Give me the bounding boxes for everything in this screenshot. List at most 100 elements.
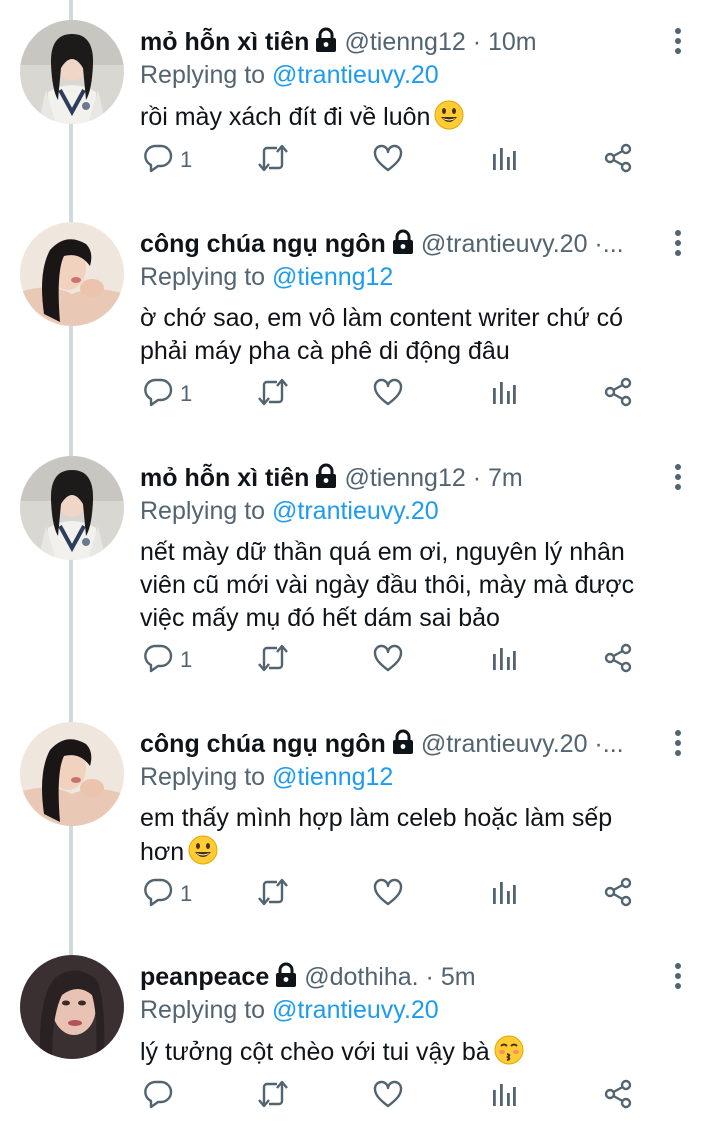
tweet-text-line: hơn <box>140 835 700 874</box>
replying-handle-link[interactable]: @trantieuvy.20 <box>272 61 439 89</box>
analytics-button[interactable] <box>490 642 518 678</box>
like-icon <box>372 142 404 179</box>
avatar[interactable] <box>20 20 124 124</box>
replying-to: Replying to @tienng12 <box>140 760 393 794</box>
share-icon <box>602 376 634 413</box>
grinning-face-emoji <box>188 835 218 874</box>
replying-handle-link[interactable]: @tienng12 <box>272 763 393 791</box>
tweet[interactable]: công chúa ngụ ngôn @trantieuvy.20 ·... Rep… <box>0 222 720 430</box>
display-name[interactable]: peanpeace <box>140 963 269 991</box>
like-button[interactable] <box>372 642 404 678</box>
like-button[interactable] <box>372 876 404 912</box>
tweet-actions: 1 <box>140 876 680 912</box>
thread-connector-line <box>69 0 73 20</box>
display-name[interactable]: mỏ hỗn xì tiên <box>140 28 309 56</box>
tweet-text-content: nết mày dữ thần quá em ơi, nguyên lý nhâ… <box>140 538 625 566</box>
share-button[interactable] <box>602 876 634 912</box>
tweet-text-line: việc mấy mụ đó hết dám sai bảo <box>140 602 700 635</box>
reply-count: 1 <box>180 881 193 906</box>
retweet-button[interactable] <box>256 642 290 678</box>
share-icon <box>602 876 634 913</box>
more-options-icon[interactable] <box>668 462 688 492</box>
user-handle[interactable]: @dothiha. <box>304 963 418 991</box>
user-handle[interactable]: @trantieuvy.20 ·... <box>421 230 624 258</box>
more-options-icon[interactable] <box>668 26 688 56</box>
retweet-button[interactable] <box>256 876 290 912</box>
timestamp[interactable]: 10m <box>488 28 537 56</box>
share-button[interactable] <box>602 1078 634 1114</box>
replying-label: Replying to <box>140 61 266 89</box>
replying-to: Replying to @tienng12 <box>140 260 393 294</box>
tweet-text-content: hơn <box>140 838 185 866</box>
reply-icon <box>142 376 174 413</box>
analytics-button[interactable] <box>490 1078 518 1114</box>
share-icon <box>602 142 634 179</box>
retweet-button[interactable] <box>256 376 290 412</box>
avatar[interactable] <box>20 456 124 560</box>
retweet-button[interactable] <box>256 1078 290 1114</box>
replying-handle-link[interactable]: @trantieuvy.20 <box>272 497 439 525</box>
avatar[interactable] <box>20 222 124 326</box>
reply-icon <box>142 142 174 179</box>
replying-to: Replying to @trantieuvy.20 <box>140 494 439 528</box>
tweet-text-content: phải máy pha cà phê di động đâu <box>140 337 510 365</box>
replying-handle-link[interactable]: @tienng12 <box>272 263 393 291</box>
reply-button[interactable]: 1 <box>142 642 192 678</box>
tweet-text-content: viên cũ mới vài ngày đầu thôi, mày mà đư… <box>140 571 635 599</box>
tweet-header: công chúa ngụ ngôn @trantieuvy.20 ·... <box>140 226 660 262</box>
tweet-actions <box>140 1078 680 1114</box>
tweet-header: peanpeace @dothiha. · 5m <box>140 959 660 995</box>
tweet-text: ờ chớ sao, em vô làm content writer chứ … <box>140 302 700 368</box>
user-handle[interactable]: @tienng12 <box>344 464 465 492</box>
reply-button[interactable]: 1 <box>142 376 192 412</box>
analytics-icon <box>490 142 518 179</box>
display-name[interactable]: công chúa ngụ ngôn <box>140 730 386 758</box>
more-options-icon[interactable] <box>668 228 688 258</box>
more-options-icon[interactable] <box>668 728 688 758</box>
more-options-icon[interactable] <box>668 961 688 991</box>
analytics-icon <box>490 642 518 679</box>
tweet[interactable]: mỏ hỗn xì tiên @tienng12 · 7m Replying to … <box>0 456 720 696</box>
replying-label: Replying to <box>140 996 266 1024</box>
user-handle[interactable]: @tienng12 <box>344 28 465 56</box>
avatar[interactable] <box>20 722 124 826</box>
replying-label: Replying to <box>140 263 266 291</box>
analytics-button[interactable] <box>490 876 518 912</box>
share-button[interactable] <box>602 376 634 412</box>
avatar[interactable] <box>20 955 124 1059</box>
user-handle[interactable]: @trantieuvy.20 ·... <box>421 730 624 758</box>
reply-count: 1 <box>180 147 193 172</box>
analytics-button[interactable] <box>490 142 518 178</box>
analytics-button[interactable] <box>490 376 518 412</box>
replying-handle-link[interactable]: @trantieuvy.20 <box>272 996 439 1024</box>
retweet-icon <box>256 376 290 413</box>
like-icon <box>372 642 404 679</box>
like-button[interactable] <box>372 142 404 178</box>
share-button[interactable] <box>602 642 634 678</box>
replying-to: Replying to @trantieuvy.20 <box>140 993 439 1027</box>
retweet-icon <box>256 642 290 679</box>
tweet-text: nết mày dữ thần quá em ơi, nguyên lý nhâ… <box>140 536 700 635</box>
display-name[interactable]: mỏ hỗn xì tiên <box>140 464 309 492</box>
reply-button[interactable]: 1 <box>142 876 192 912</box>
tweet-text-content: ờ chớ sao, em vô làm content writer chứ … <box>140 304 624 332</box>
tweet[interactable]: mỏ hỗn xì tiên @tienng12 · 10m Replying to… <box>0 20 720 196</box>
tweet-text-content: việc mấy mụ đó hết dám sai bảo <box>140 604 500 632</box>
reply-icon <box>142 642 174 679</box>
kissing-face-emoji <box>494 1035 524 1074</box>
analytics-icon <box>490 876 518 913</box>
tweet[interactable]: peanpeace @dothiha. · 5m Replying to @tran… <box>0 955 720 1132</box>
tweet[interactable]: công chúa ngụ ngôn @trantieuvy.20 ·... Rep… <box>0 722 720 930</box>
timestamp[interactable]: 7m <box>488 464 523 492</box>
reply-button[interactable]: 1 <box>142 142 192 178</box>
like-button[interactable] <box>372 376 404 412</box>
display-name[interactable]: công chúa ngụ ngôn <box>140 230 386 258</box>
share-icon <box>602 642 634 679</box>
like-button[interactable] <box>372 1078 404 1114</box>
timestamp[interactable]: 5m <box>441 963 476 991</box>
reply-button[interactable] <box>142 1078 174 1114</box>
retweet-button[interactable] <box>256 142 290 178</box>
tweet-actions: 1 <box>140 142 680 178</box>
analytics-icon <box>490 376 518 413</box>
share-button[interactable] <box>602 142 634 178</box>
